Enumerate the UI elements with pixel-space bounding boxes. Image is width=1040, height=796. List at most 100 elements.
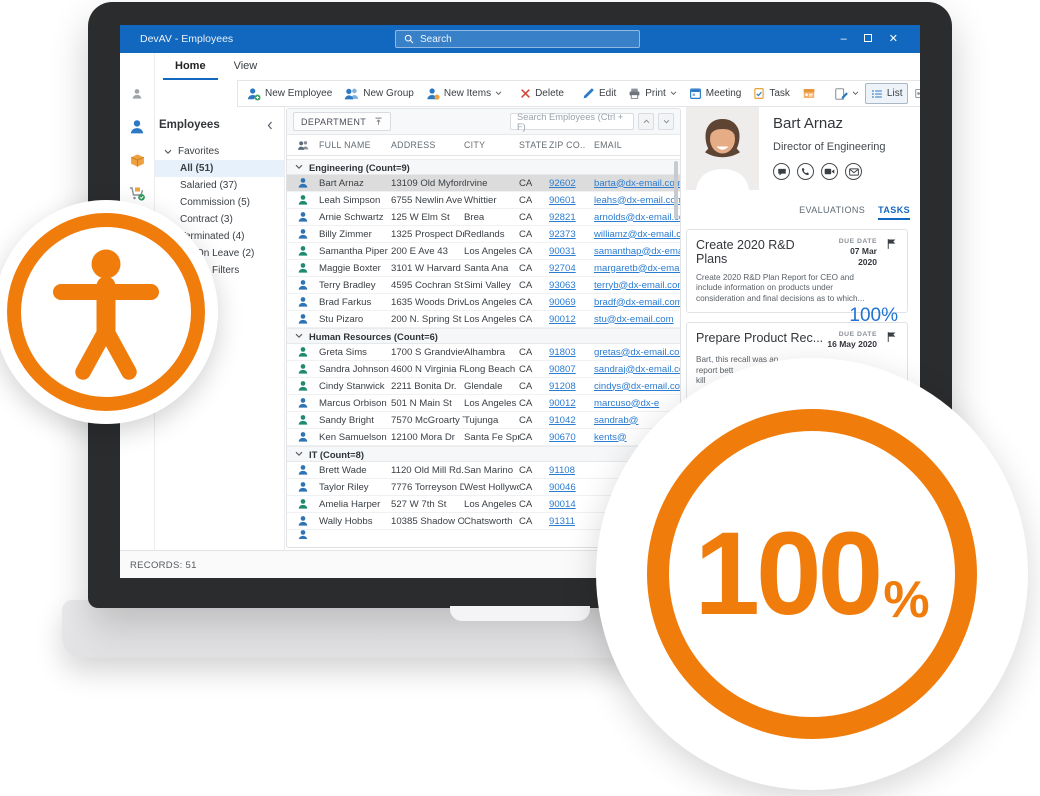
- group-row-human-resources-count-6-[interactable]: Human Resources (Count=6): [287, 328, 680, 344]
- cell-zip[interactable]: 90031: [549, 246, 594, 257]
- tree-item-label: Salaried (37): [180, 180, 237, 191]
- cell-zip[interactable]: 93063: [549, 280, 594, 291]
- cell-zip[interactable]: 90046: [549, 482, 594, 493]
- group-row-engineering-count-9-[interactable]: Engineering (Count=9): [287, 159, 680, 175]
- maximize-button[interactable]: [864, 34, 872, 45]
- toolbar-button-task[interactable]: Task: [747, 83, 796, 104]
- cell-email[interactable]: gretas@dx-email.com: [594, 347, 680, 358]
- mail-button[interactable]: [845, 163, 862, 180]
- employee-photo: [686, 107, 759, 190]
- cell-email[interactable]: barta@dx-email.com: [594, 178, 680, 189]
- chat-button[interactable]: [773, 163, 790, 180]
- table-row-maggie-boxter[interactable]: Maggie Boxter3101 W Harvard StSanta AnaC…: [287, 260, 680, 277]
- cell-zip[interactable]: 92373: [549, 229, 594, 240]
- sidebar-item-customers[interactable]: [126, 83, 148, 105]
- cell-zip[interactable]: 92704: [549, 263, 594, 274]
- column-header-state[interactable]: STATE: [519, 140, 549, 150]
- search-prev-button[interactable]: [638, 113, 654, 130]
- cell-zip[interactable]: 91311: [549, 516, 594, 527]
- cell-address: 527 W 7th St: [391, 499, 464, 510]
- table-row-samantha-piper[interactable]: Samantha Piper200 E Ave 43Los AngelesCA9…: [287, 243, 680, 260]
- close-button[interactable]: ✕: [889, 34, 898, 45]
- new-employee-icon: [247, 87, 261, 101]
- table-row-terry-bradley[interactable]: Terry Bradley4595 Cochran StSimi ValleyC…: [287, 277, 680, 294]
- tab-evaluations[interactable]: EVALUATIONS: [799, 205, 865, 220]
- table-row-billy-zimmer[interactable]: Billy Zimmer1325 Prospect DrRedlandsCA92…: [287, 226, 680, 243]
- table-row-bart-arnaz[interactable]: Bart Arnaz13109 Old Myford RdIrvineCA926…: [287, 175, 680, 192]
- toolbar-button-print[interactable]: Print: [622, 83, 683, 104]
- toolbar-button-new-group[interactable]: New Group: [338, 83, 420, 104]
- group-by-department-chip[interactable]: DEPARTMENT: [293, 112, 391, 131]
- cell-city: San Marino: [464, 465, 519, 476]
- collapse-panel-icon[interactable]: [266, 121, 274, 130]
- toolbar-button-employee-badge[interactable]: [796, 83, 822, 104]
- column-header-email[interactable]: EMAIL: [594, 140, 680, 150]
- toolbar-button-edit-note[interactable]: [828, 83, 865, 104]
- cell-zip[interactable]: 90012: [549, 314, 594, 325]
- cell-address: 4595 Cochran St: [391, 280, 464, 291]
- cell-email[interactable]: leahs@dx-email.com: [594, 195, 680, 206]
- tree-item-salaried-37-[interactable]: Salaried (37): [155, 177, 284, 194]
- cell-zip[interactable]: 90069: [549, 297, 594, 308]
- grid-scrollbar[interactable]: [674, 161, 678, 219]
- tab-view[interactable]: View: [222, 53, 270, 80]
- column-header-full-name[interactable]: FULL NAME: [319, 140, 391, 150]
- tree-item-all-51-[interactable]: All (51): [155, 160, 284, 177]
- tab-home[interactable]: Home: [163, 53, 218, 80]
- cell-zip[interactable]: 92602: [549, 178, 594, 189]
- cell-zip[interactable]: 91208: [549, 381, 594, 392]
- cell-email[interactable]: samanthap@dx-email.co..: [594, 246, 680, 257]
- column-header-zip-co-[interactable]: ZIP CO..: [549, 140, 594, 150]
- person-icon: [287, 481, 319, 493]
- table-row-leah-simpson[interactable]: Leah Simpson6755 Newlin AveWhittierCA906…: [287, 192, 680, 209]
- cell-zip[interactable]: 90601: [549, 195, 594, 206]
- cell-full-name: Wally Hobbs: [319, 516, 391, 527]
- cell-zip[interactable]: 90014: [549, 499, 594, 510]
- cell-zip[interactable]: 90670: [549, 432, 594, 443]
- minimize-button[interactable]: –: [841, 34, 847, 45]
- cell-zip[interactable]: 90807: [549, 364, 594, 375]
- toolbar-button-card[interactable]: Card: [908, 83, 920, 104]
- toolbar-button-meeting[interactable]: Meeting: [683, 83, 748, 104]
- sidebar-item-employees[interactable]: [126, 116, 148, 138]
- cell-email[interactable]: stu@dx-email.com: [594, 314, 680, 325]
- column-header-city[interactable]: CITY: [464, 140, 519, 150]
- cell-email[interactable]: terryb@dx-email.com: [594, 280, 680, 291]
- flag-icon[interactable]: [886, 238, 898, 268]
- cell-city: Santa Ana: [464, 263, 519, 274]
- print-icon: [628, 87, 641, 100]
- cell-email[interactable]: arnolds@dx-email.com: [594, 212, 680, 223]
- search-next-button[interactable]: [658, 113, 674, 130]
- cell-email[interactable]: williamz@dx-email.com: [594, 229, 680, 240]
- cell-zip[interactable]: 91042: [549, 415, 594, 426]
- toolbar-button-edit[interactable]: Edit: [576, 83, 622, 104]
- cell-state: CA: [519, 364, 549, 375]
- cell-zip[interactable]: 90012: [549, 398, 594, 409]
- cell-zip[interactable]: 91108: [549, 465, 594, 476]
- video-button[interactable]: [821, 163, 838, 180]
- tree-item-favorites[interactable]: Favorites: [155, 143, 284, 160]
- cell-zip[interactable]: 92821: [549, 212, 594, 223]
- global-search-input[interactable]: Search: [395, 30, 640, 48]
- grid-search-input[interactable]: Search Employees (Ctrl + F): [510, 113, 634, 130]
- toolbar-button-new-employee[interactable]: New Employee: [241, 83, 338, 104]
- phone-button[interactable]: [797, 163, 814, 180]
- table-row-brad-farkus[interactable]: Brad Farkus1635 Woods DriveLos AngelesCA…: [287, 294, 680, 311]
- cell-zip[interactable]: 91803: [549, 347, 594, 358]
- cell-full-name: Sandra Johnson: [319, 364, 391, 375]
- flag-icon[interactable]: [886, 331, 898, 350]
- toolbar-button-list[interactable]: List: [865, 83, 909, 104]
- column-header-address[interactable]: ADDRESS: [391, 140, 464, 150]
- cell-city: Long Beach: [464, 364, 519, 375]
- toolbar-button-new-items[interactable]: New Items: [420, 83, 508, 104]
- cell-email[interactable]: margaretb@dx-email.com: [594, 263, 680, 274]
- avatar: [686, 107, 759, 190]
- edit-icon: [582, 87, 595, 100]
- task-card[interactable]: Create 2020 R&D Plans DUE DATE 07 Mar 20…: [686, 229, 908, 313]
- table-row-stu-pizaro[interactable]: Stu Pizaro200 N. Spring StLos AngelesCA9…: [287, 311, 680, 328]
- cell-email[interactable]: bradf@dx-email.com: [594, 297, 680, 308]
- table-row-arnie-schwartz[interactable]: Arnie Schwartz125 W Elm StBreaCA92821arn…: [287, 209, 680, 226]
- toolbar-button-delete[interactable]: Delete: [514, 83, 570, 104]
- tab-tasks[interactable]: TASKS: [878, 205, 910, 220]
- sidebar-item-products[interactable]: [126, 149, 148, 171]
